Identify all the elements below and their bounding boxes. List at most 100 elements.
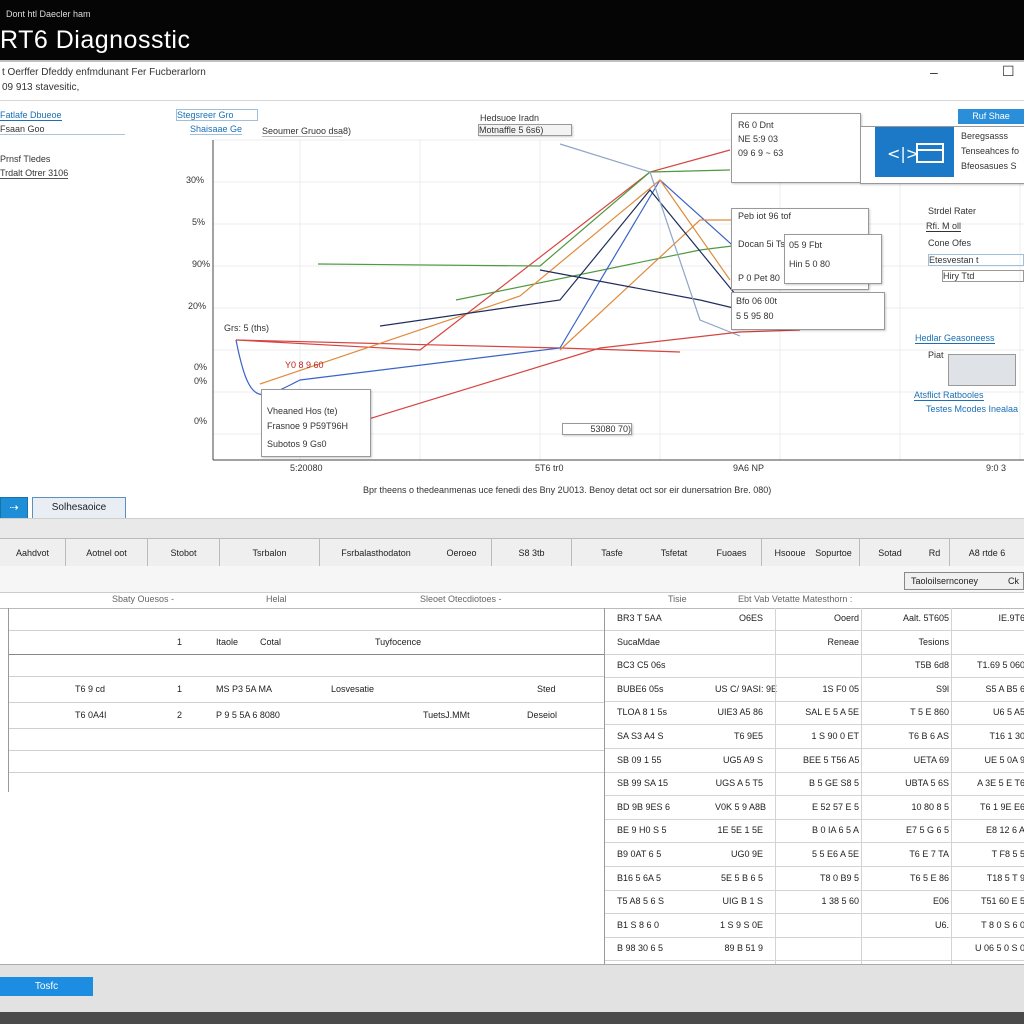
- annotation-line: 09 6 9 ~ 63: [738, 148, 784, 158]
- table-cell: SucaMdae: [617, 636, 661, 647]
- table-cell: 1E 5E 1 5E: [717, 825, 763, 836]
- table-row[interactable]: SB 99 SA 15 UGS A 5 T5 B 5 GE S8 5 UBTA 5 6…: [605, 773, 1024, 797]
- side-label[interactable]: Atsflict Ratbooles: [914, 390, 984, 401]
- table-row[interactable]: BR3 T 5AA O6ES Ooerd Aalt. 5T605 IE.9T6: [605, 608, 1024, 631]
- x-tick-label: 9:0 3: [986, 463, 1007, 473]
- table-row[interactable]: BE 9 H0 S 5 1E 5E 1 5E B 0 IA 6 5 A E7 5 G …: [605, 820, 1024, 844]
- run-button[interactable]: ⇢: [0, 497, 28, 519]
- side-label: Piat: [928, 350, 944, 360]
- table-row[interactable]: B1 S 8 6 0 1 S 9 S 0E U6. T 8 0 S 6 0: [605, 915, 1024, 938]
- divider-band: [0, 518, 1024, 539]
- subheader-label[interactable]: Sbaty Ouesos -: [112, 594, 174, 604]
- table-cell: T6 9E5: [733, 731, 763, 741]
- annotation-line: 05 9 Fbt: [789, 240, 823, 250]
- legend-icon-tile[interactable]: <|>: [875, 127, 954, 177]
- table-row[interactable]: BC3 C5 06s T5B 6d8 T1.69 5 060: [605, 655, 1024, 679]
- subheader-label: Tisie: [668, 594, 687, 604]
- column-header[interactable]: Stobot: [148, 539, 220, 567]
- side-label[interactable]: Etesvestan t: [928, 254, 1024, 266]
- column-header[interactable]: Tsrbalon: [220, 539, 320, 567]
- svg-text:<|>: <|>: [887, 144, 919, 163]
- table-cell: T1.69 5 060: [976, 660, 1024, 671]
- series-line: [299, 329, 801, 441]
- select-button[interactable]: Solhesaoice: [32, 497, 126, 519]
- column-divider: [861, 608, 862, 964]
- annotation-line: 5 5 95 80: [736, 311, 774, 321]
- table-header-cell: Tuyfocence: [375, 637, 422, 647]
- table-header-row: 1 Itaole Cotal Tuyfocence: [9, 630, 605, 655]
- bottom-action-button[interactable]: Tosfc: [0, 977, 93, 996]
- annotation-label: Y0 8 9 60: [285, 360, 324, 370]
- table-row[interactable]: BUBE6 05s US C/ 9ASI: 9E 1S F0 05 S9l S5 A B…: [605, 679, 1024, 702]
- column-header[interactable]: Fsrbalasthodaton: [320, 539, 432, 567]
- table-cell: T F8 5 5: [991, 849, 1024, 859]
- annotation-line: Docan 5i Tsi: [738, 239, 787, 249]
- column-header[interactable]: Rd: [920, 539, 950, 567]
- table-row[interactable]: [9, 728, 605, 751]
- column-header[interactable]: Tsfetat: [646, 539, 702, 567]
- table-cell: IE.9T6: [998, 613, 1024, 623]
- table-cell: BE 9 H0 S 5: [617, 825, 667, 836]
- table-cell: SAL E 5 A 5E: [805, 707, 859, 718]
- table-cell: 1 S 9 S 0E: [719, 919, 763, 930]
- annotation-line: Hin 5 0 80: [789, 259, 831, 269]
- table-row[interactable]: [9, 654, 605, 677]
- table-cell: B1 S 8 6 0: [617, 919, 660, 930]
- side-label[interactable]: Testes Mcodes Inealaa: [926, 404, 1018, 414]
- table-cell: Deseiol: [527, 710, 558, 720]
- table-row[interactable]: B9 0AT 6 5 UG0 9E 5 5 E6 A 5E T6 E 7 TA T F8…: [605, 844, 1024, 867]
- side-label: Rfi. M oll: [926, 221, 962, 232]
- table-row[interactable]: [9, 750, 605, 773]
- subheader-label[interactable]: Ebt Vab Vetatte Matesthorn :: [738, 594, 852, 604]
- table-cell: U6 5 A5: [992, 707, 1024, 718]
- table-cell: 1S F0 05: [822, 683, 859, 694]
- column-header[interactable]: Fuoaes: [702, 539, 762, 567]
- legend-button[interactable]: Ruf Shae: [958, 109, 1024, 124]
- table-cell: UIG B 1 S: [722, 896, 763, 907]
- table-row[interactable]: SB 09 1 55 UG5 A9 S BEE 5 T56 A5 UETA 69 UE …: [605, 750, 1024, 773]
- table-row[interactable]: B16 5 6A 5 5E 5 B 6 5 T8 0 B9 5 T6 5 E 86 T1…: [605, 868, 1024, 891]
- table-row[interactable]: T6 0A4I 2 P 9 5 5A 6 8080 TuetsJ.MMt Des…: [9, 702, 605, 729]
- right-data-table: BR3 T 5AA O6ES Ooerd Aalt. 5T605 IE.9T6 SucaM…: [604, 608, 1024, 964]
- column-header[interactable]: Sotad: [860, 539, 920, 567]
- filter-button[interactable]: Taoloilsernconey Ck: [904, 572, 1024, 590]
- annotation-box: Vheaned Hos (te) Frasnoe 9 P59T96H Subot…: [261, 389, 371, 457]
- table-cell: UGS A 5 T5: [715, 778, 763, 789]
- table-cell: P 9 5 5A 6 8080: [216, 710, 280, 720]
- minimize-icon[interactable]: –: [930, 64, 938, 80]
- table-cell: Aalt. 5T605: [902, 613, 949, 623]
- table-cell: O6ES: [738, 613, 763, 623]
- table-row[interactable]: B 98 30 6 5 89 B 51 9 U 06 5 0 S 0: [605, 938, 1024, 962]
- y-tick-label: 0%: [194, 376, 208, 386]
- table-row[interactable]: T6 9 cd 1 MS P3 5A MA Losvesatie Sted: [9, 676, 605, 703]
- subheader-label[interactable]: Sleoet Otecdiotoes -: [420, 594, 502, 604]
- table-row[interactable]: TLOA 8 1 5s UIE3 A5 86 SAL E 5 A 5E T 5 E 8…: [605, 702, 1024, 726]
- table-cell: Sted: [537, 684, 556, 694]
- maximize-icon[interactable]: ☐: [1002, 63, 1015, 80]
- column-header[interactable]: A8 rtde 6: [950, 539, 1024, 567]
- table-row[interactable]: SA S3 A4 S T6 9E5 1 S 90 0 ET T6 B 6 AS T16 …: [605, 726, 1024, 749]
- column-header[interactable]: S8 3tb: [492, 539, 572, 567]
- table-cell: T 5 E 860: [910, 707, 949, 718]
- table-cell: UIE3 A5 86: [717, 707, 763, 718]
- thumbnail-image[interactable]: [948, 354, 1016, 386]
- table-row[interactable]: BD 9B 9ES 6 V0K 5 9 A8B E 52 57 E 5 10 80 8…: [605, 797, 1024, 820]
- status-bar: [0, 964, 1024, 1013]
- table-cell: UG0 9E: [730, 849, 763, 859]
- table-row[interactable]: T5 A8 5 6 S UIG B 1 S 1 38 5 60 E06 T51 60 E…: [605, 891, 1024, 915]
- table-cell: SB 09 1 55: [617, 754, 662, 765]
- table-row[interactable]: SucaMdae Reneae Tesions: [605, 632, 1024, 655]
- table-cell: Ooerd: [833, 613, 859, 623]
- side-label[interactable]: Hiry Ttd: [942, 270, 1024, 282]
- table-cell: T5B 6d8: [914, 660, 949, 671]
- taskbar-strip: [0, 1012, 1024, 1024]
- column-header[interactable]: Tasfe: [572, 539, 652, 567]
- table-cell: 5E 5 B 6 5: [720, 872, 763, 883]
- column-header[interactable]: Aahdvot: [0, 539, 66, 567]
- annotation-line: Subotos 9 Gs0: [267, 439, 327, 449]
- column-header[interactable]: Aotnel oot: [66, 539, 148, 567]
- column-header[interactable]: Oeroeo: [432, 539, 492, 567]
- annotation-label: Grs: 5 (ths): [224, 323, 270, 333]
- table-cell: T 8 0 S 6 0: [981, 919, 1024, 930]
- column-header[interactable]: Sopurtoe: [808, 539, 860, 567]
